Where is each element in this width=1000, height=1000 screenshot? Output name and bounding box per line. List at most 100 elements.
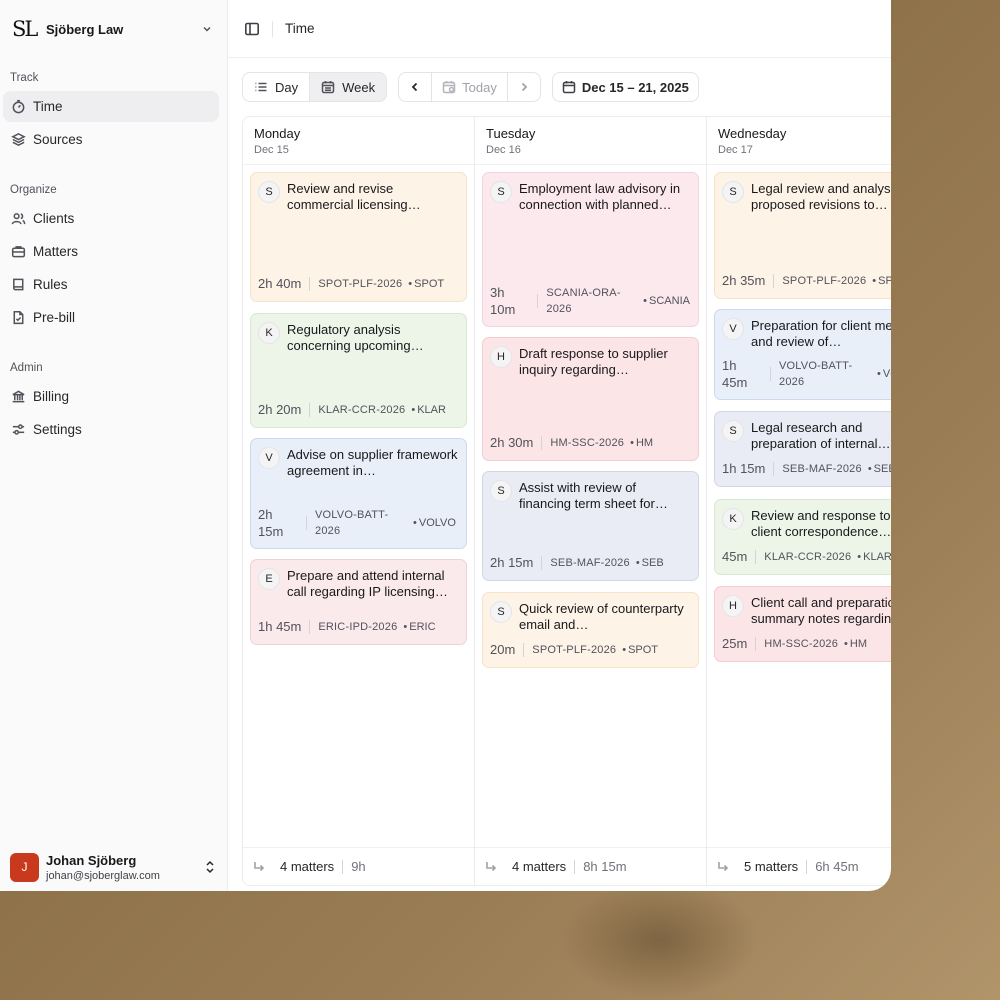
sidebar-toggle-icon[interactable] (244, 21, 260, 37)
user-name: Johan Sjöberg (46, 852, 137, 868)
list-icon (255, 82, 267, 92)
client-badge: H (722, 595, 744, 617)
column-summary: 4 matters 9h (243, 847, 474, 885)
client-code: VOLVO (882, 368, 891, 380)
client-badge: V (722, 318, 744, 340)
time-entry-card[interactable]: S Quick review of counterparty email and…… (482, 592, 699, 668)
matter-code: VOLVO-BATT-2026 (779, 360, 853, 388)
time-entry-card[interactable]: H Client call and preparation of summary … (714, 586, 891, 662)
entry-title: Legal research and preparation of intern… (751, 420, 891, 451)
client-code: SPOT (878, 274, 891, 287)
time-entry-card[interactable]: V Advise on supplier framework agreement … (250, 438, 467, 549)
view-switcher: Day Week (242, 72, 388, 102)
matter-code: HM-SSC-2026 (550, 436, 625, 449)
entry-title: Preparation for client meeting and revie… (751, 318, 891, 349)
client-code: SCANIA (649, 295, 690, 307)
time-entry-card[interactable]: S Assist with review of financing term sh… (482, 471, 699, 581)
sidebar-item-label: Billing (33, 389, 70, 404)
book-icon (13, 278, 24, 291)
matter-code: KLAR-CCR-2026 (318, 403, 406, 416)
entry-title: Legal review and analysis of proposed re… (751, 181, 891, 212)
client-code: SEB (641, 556, 664, 569)
sidebar-item-sources[interactable]: Sources (3, 124, 219, 155)
chevron-down-icon (199, 21, 215, 37)
client-badge: S (258, 181, 280, 203)
entry-title: Advise on supplier framework agreement i… (287, 447, 458, 478)
client-code: SPOT (628, 643, 659, 656)
chevron-up-down-icon (206, 860, 214, 874)
corner-down-right-icon (254, 861, 265, 871)
period-navigation: Today (398, 72, 541, 102)
day-view-button[interactable]: Day (243, 73, 309, 101)
nav-section-organize: Organize (10, 184, 57, 196)
matter-code: SEB-MAF-2026 (782, 462, 862, 475)
org-switcher[interactable]: SL Sjöberg Law (0, 0, 227, 58)
time-entry-card[interactable]: V Preparation for client meeting and revi… (714, 309, 891, 400)
sidebar-item-billing[interactable]: Billing (3, 381, 219, 412)
chevron-right-icon (521, 82, 528, 92)
entry-title: Regulatory analysis concerning upcoming… (287, 322, 424, 353)
entry-duration: 25m (722, 636, 748, 651)
client-badge: S (490, 601, 512, 623)
client-code: KLAR (417, 403, 446, 416)
time-entry-card[interactable]: S Legal research and preparation of inter… (714, 411, 891, 487)
matter-code: SPOT-PLF-2026 (782, 274, 867, 287)
sidebar: SL Sjöberg Law Track Time Sources Organi… (0, 0, 228, 891)
sidebar-item-label: Clients (33, 211, 75, 226)
entry-duration: 1h 45m (722, 358, 748, 390)
main-content: Time Day Week Today Dec 15 – 21, 2025 Mo… (228, 0, 891, 891)
calendar-icon (562, 81, 576, 94)
user-menu[interactable]: J Johan Sjöberg johan@sjoberglaw.com (0, 843, 227, 891)
sidebar-item-clients[interactable]: Clients (3, 203, 219, 234)
column-day: Wednesday (718, 126, 787, 141)
client-badge: E (258, 568, 280, 590)
entry-title: Quick review of counterparty email and… (519, 601, 684, 632)
avatar: J (10, 852, 39, 882)
user-email: johan@sjoberglaw.com (46, 869, 160, 882)
sidebar-item-rules[interactable]: Rules (3, 269, 219, 300)
org-name: Sjöberg Law (46, 21, 124, 37)
entry-title: Prepare and attend internal call regardi… (287, 568, 448, 599)
sidebar-item-settings[interactable]: Settings (3, 414, 219, 445)
today-label: Today (462, 79, 497, 95)
week-board: Monday Dec 15 S Review and revise commerc… (242, 116, 891, 886)
today-button[interactable]: Today (431, 73, 508, 101)
matter-code: ERIC-IPD-2026 (318, 620, 398, 633)
time-entry-card[interactable]: H Draft response to supplier inquiry rega… (482, 337, 699, 461)
time-entry-card[interactable]: E Prepare and attend internal call regard… (250, 559, 467, 645)
client-badge: S (490, 480, 512, 502)
total-hours: 9h (351, 859, 366, 874)
date-range-picker[interactable]: Dec 15 – 21, 2025 (551, 72, 699, 102)
sidebar-item-label: Settings (33, 422, 82, 437)
file-check-icon (13, 310, 24, 325)
previous-week-button[interactable] (399, 73, 431, 101)
client-badge: H (490, 346, 512, 368)
sidebar-item-time[interactable]: Time (3, 91, 219, 122)
sidebar-item-matters[interactable]: Matters (3, 236, 219, 267)
sidebar-item-pre-bill[interactable]: Pre-bill (3, 302, 219, 333)
week-view-button[interactable]: Week (309, 73, 387, 101)
layers-icon (11, 133, 26, 146)
top-bar: Time (228, 0, 891, 58)
time-entry-card[interactable]: S Employment law advisory in connection w… (482, 172, 699, 327)
sidebar-item-label: Time (33, 99, 63, 114)
date-range-label: Dec 15 – 21, 2025 (581, 79, 689, 95)
matter-code: SPOT-PLF-2026 (532, 643, 617, 656)
time-entry-card[interactable]: S Review and revise commercial licensing…… (250, 172, 467, 302)
column-date: Dec 17 (718, 144, 753, 156)
entry-duration: 2h 20m (258, 402, 302, 417)
entry-title: Draft response to supplier inquiry regar… (519, 346, 668, 377)
entry-duration: 2h 15m (490, 555, 534, 570)
time-entry-card[interactable]: K Review and response to client correspon… (714, 499, 891, 575)
matter-code: SCANIA-ORA-2026 (546, 287, 621, 315)
toolbar: Day Week Today Dec 15 – 21, 2025 (242, 72, 699, 102)
time-entry-card[interactable]: S Legal review and analysis of proposed r… (714, 172, 891, 299)
time-entry-card[interactable]: K Regulatory analysis concerning upcoming… (250, 313, 467, 428)
client-code: ERIC (409, 620, 436, 633)
day-view-label: Day (275, 79, 299, 95)
nav-section-admin: Admin (10, 362, 43, 374)
sidebar-item-label: Matters (33, 244, 79, 259)
users-icon (11, 213, 26, 225)
next-week-button[interactable] (508, 73, 540, 101)
bank-icon (12, 390, 25, 403)
